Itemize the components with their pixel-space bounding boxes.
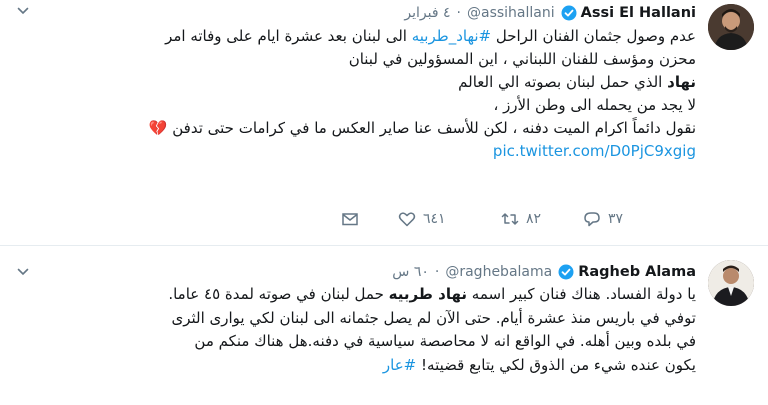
text-segment: حمل لبنان في صوته لمدة ٤٥ عاما. <box>168 285 389 303</box>
text-line: توفي في باريس منذ عشرة أيام. حتى الآن لم… <box>171 308 696 327</box>
broken-heart-emoji: 💔 <box>148 119 168 137</box>
like-count: ٦٤١ <box>423 211 446 227</box>
text-segment: يكون عنده شيء من الذوق لكي يتابع قضيته! <box>416 355 696 374</box>
tweet-header: ٦٠ س · @raghebalama Ragheb Alama <box>392 262 696 282</box>
direct-message-button[interactable] <box>340 206 360 232</box>
mail-icon <box>342 213 358 226</box>
separator-dot: · <box>434 264 440 280</box>
text-segment: الى لبنان بعد عشرة ايام على وفاته امر <box>165 27 412 45</box>
tweet-assi[interactable]: ٤ فبراير · @assihallani Assi El Hallani … <box>0 0 768 245</box>
user-handle[interactable]: @assihallani <box>467 5 555 21</box>
heart-icon <box>398 212 416 227</box>
avatar[interactable] <box>708 4 754 50</box>
verified-badge-icon <box>561 5 577 21</box>
tweet-text: يا دولة الفساد. هناك فنان كبير اسمه نهاد… <box>26 283 696 377</box>
tweet-actions: ٣٧ ٨٢ ٦٤١ <box>0 206 768 232</box>
tweet-timestamp[interactable]: ٦٠ س <box>392 264 429 280</box>
user-handle[interactable]: @raghebalama <box>445 264 552 280</box>
tweet-timestamp[interactable]: ٤ فبراير <box>404 5 450 21</box>
text-line: محزن ومؤسف للفنان اللبناني ، اين المسؤول… <box>348 50 696 68</box>
bold-text: نهاد <box>667 73 696 91</box>
tweet-text: عدم وصول جثمان الفنان الراحل #نهاد_طربيه… <box>20 25 696 163</box>
text-segment: نقول دائماً اكرام الميت دفنه ، لكن للأسف… <box>172 119 696 137</box>
chevron-down-icon[interactable] <box>16 4 30 18</box>
like-button[interactable]: ٦٤١ <box>397 206 446 232</box>
avatar[interactable] <box>708 260 754 306</box>
reply-icon <box>584 212 600 227</box>
reply-count: ٣٧ <box>608 211 624 227</box>
text-segment: يا دولة الفساد. هناك فنان كبير اسمه <box>467 285 696 303</box>
text-segment: الذي حمل لبنان بصوته الي العالم <box>458 73 668 91</box>
user-display-name[interactable]: Ragheb Alama <box>578 264 696 280</box>
retweet-button[interactable]: ٨٢ <box>500 206 541 232</box>
hashtag-link[interactable]: #عار <box>383 356 416 374</box>
tweet-ragheb[interactable]: ٦٠ س · @raghebalama Ragheb Alama يا دولة… <box>0 246 768 405</box>
reply-button[interactable]: ٣٧ <box>582 206 623 232</box>
verified-badge-icon <box>558 264 574 280</box>
tweet-header: ٤ فبراير · @assihallani Assi El Hallani <box>404 3 696 23</box>
separator-dot: · <box>456 5 461 21</box>
bold-text: نهاد طربيه <box>388 285 468 303</box>
user-display-name[interactable]: Assi El Hallani <box>581 5 696 21</box>
retweet-count: ٨٢ <box>526 211 542 227</box>
text-line: لا يجد من يحمله الى وطن الأرز ، <box>493 96 696 114</box>
media-link[interactable]: pic.twitter.com/D0PjC9xgig <box>493 142 696 160</box>
hashtag-link[interactable]: #نهاد_طربيه <box>412 27 491 45</box>
text-line: في بلده وبين أهله. في الواقع انه لا محاص… <box>194 332 696 350</box>
retweet-icon <box>501 213 519 225</box>
text-segment: عدم وصول جثمان الفنان الراحل <box>491 27 696 45</box>
chevron-down-icon[interactable] <box>16 265 30 279</box>
